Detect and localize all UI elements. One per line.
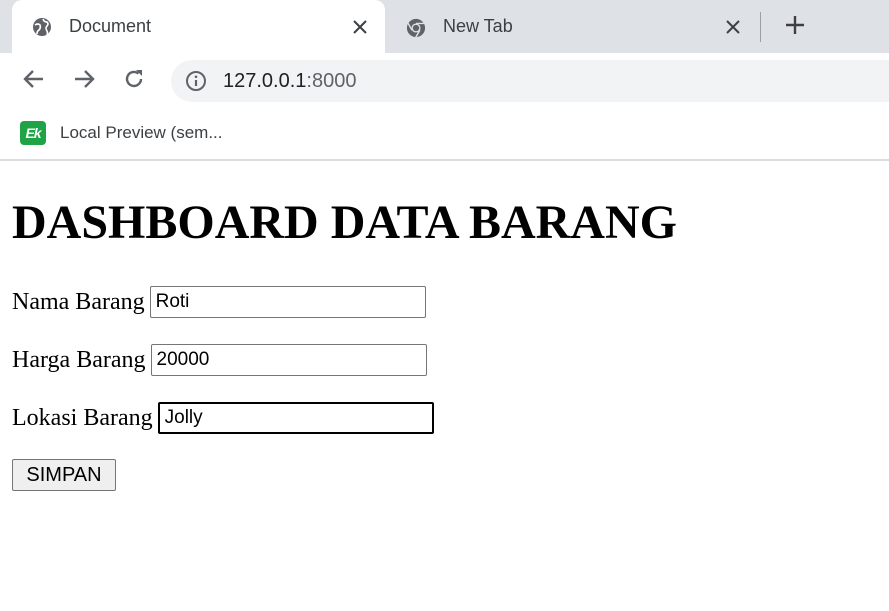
simpan-button[interactable]: SIMPAN	[12, 459, 116, 491]
field-lokasi-barang: Lokasi Barang	[12, 401, 434, 435]
globe-icon	[32, 17, 52, 37]
tab-document[interactable]: Document	[12, 0, 385, 53]
lokasi-barang-label: Lokasi Barang	[12, 404, 153, 431]
page-title: DASHBOARD DATA BARANG	[12, 196, 677, 249]
bookmark-label: Local Preview (sem...	[60, 123, 223, 142]
chrome-icon	[406, 17, 426, 37]
lokasi-barang-input[interactable]	[157, 402, 434, 434]
field-harga-barang: Harga Barang	[12, 343, 427, 377]
plus-icon	[784, 14, 806, 40]
new-tab-button[interactable]	[781, 13, 809, 41]
url-host: 127.0.0.1	[223, 70, 307, 92]
nama-barang-label: Nama Barang	[12, 288, 145, 315]
arrow-left-icon	[22, 67, 46, 95]
info-icon[interactable]	[185, 70, 207, 92]
bookmark-local-preview[interactable]: Ek Local Preview (sem...	[20, 121, 223, 145]
close-icon[interactable]	[722, 16, 744, 38]
nama-barang-input[interactable]	[149, 286, 426, 318]
tab-new-tab[interactable]: New Tab	[390, 0, 760, 53]
tab-title: New Tab	[443, 16, 513, 36]
reload-icon	[122, 67, 146, 95]
arrow-right-icon	[72, 67, 96, 95]
back-button[interactable]	[20, 67, 48, 95]
reload-button[interactable]	[120, 67, 148, 95]
forward-button[interactable]	[70, 67, 98, 95]
tab-divider	[760, 12, 761, 42]
harga-barang-label: Harga Barang	[12, 346, 146, 373]
close-icon[interactable]	[349, 16, 371, 38]
tab-strip: Document New Tab	[0, 0, 889, 53]
url-text: 127.0.0.1:8000	[223, 70, 356, 92]
address-bar[interactable]: 127.0.0.1:8000	[171, 60, 889, 102]
browser-toolbar: 127.0.0.1:8000	[0, 53, 889, 109]
field-nama-barang: Nama Barang	[12, 285, 426, 319]
tab-title: Document	[69, 16, 152, 36]
ek-icon: Ek	[20, 121, 46, 145]
page-content: DASHBOARD DATA BARANG Nama Barang Harga …	[0, 161, 889, 611]
url-port: :8000	[306, 70, 357, 92]
bookmarks-bar: Ek Local Preview (sem...	[0, 109, 889, 161]
harga-barang-input[interactable]	[150, 344, 427, 376]
